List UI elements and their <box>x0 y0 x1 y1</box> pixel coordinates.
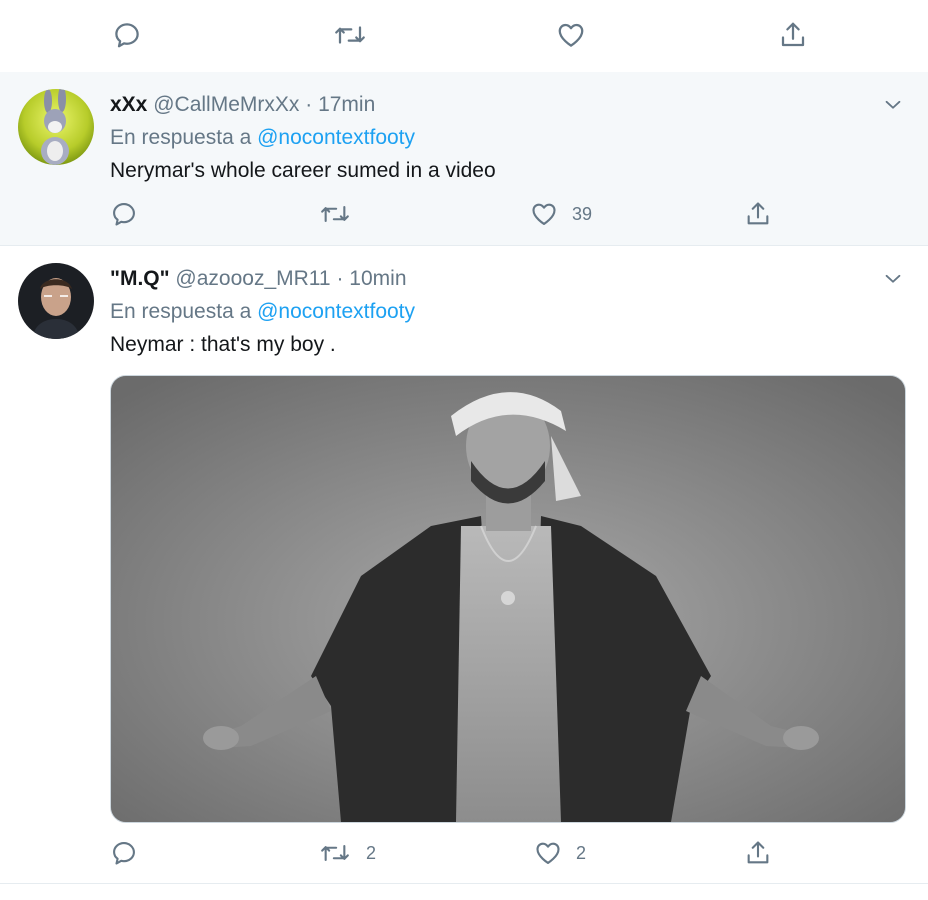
share-button[interactable] <box>778 20 808 50</box>
tweet[interactable]: xXx @CallMeMrxXx · 17min En respuesta a … <box>0 72 928 246</box>
display-name[interactable]: "M.Q" <box>110 267 170 290</box>
retweet-count: 2 <box>366 842 377 863</box>
tweet-header: xXx @CallMeMrxXx · 17min <box>110 92 375 118</box>
retweet-button[interactable] <box>318 199 366 229</box>
tweet-photo[interactable] <box>110 375 906 823</box>
reply-button[interactable] <box>112 20 142 50</box>
reply-mention-link[interactable]: @nocontextfooty <box>257 300 415 323</box>
avatar[interactable] <box>18 89 94 165</box>
retweet-icon <box>321 205 349 223</box>
like-count: 2 <box>576 842 587 863</box>
tweet[interactable]: "M.Q" @azoooz_MR11 · 10min En respuesta … <box>0 246 928 884</box>
retweet-button[interactable] <box>332 20 368 50</box>
user-handle[interactable]: @CallMeMrxXx <box>153 93 299 116</box>
reply-mention-link[interactable]: @nocontextfooty <box>257 126 415 149</box>
reply-icon <box>115 23 139 48</box>
retweet-button[interactable]: 2 <box>318 838 376 868</box>
chevron-down-icon[interactable] <box>882 94 904 116</box>
like-button[interactable] <box>556 20 586 50</box>
reply-context: En respuesta a @nocontextfooty <box>110 299 415 325</box>
separator: · <box>336 267 344 290</box>
reply-prefix: En respuesta a <box>110 300 252 323</box>
tweet-header: "M.Q" @azoooz_MR11 · 10min <box>110 266 407 292</box>
timestamp[interactable]: 17min <box>318 93 375 116</box>
retweet-icon <box>335 26 365 44</box>
reply-prefix: En respuesta a <box>110 126 252 149</box>
timestamp[interactable]: 10min <box>349 267 406 290</box>
like-button[interactable]: 39 <box>530 199 592 229</box>
avatar[interactable] <box>18 263 94 339</box>
reply-icon <box>113 842 135 865</box>
avatar-image <box>18 89 94 165</box>
share-icon <box>747 841 769 864</box>
reply-button[interactable] <box>110 838 138 868</box>
separator: · <box>305 93 313 116</box>
display-name[interactable]: xXx <box>110 93 147 116</box>
share-button[interactable] <box>744 838 772 868</box>
tweet-text: Neymar : that's my boy . <box>110 333 336 356</box>
tweet-text: Nerymar's whole career sumed in a video <box>110 159 496 182</box>
retweet-icon <box>321 844 349 862</box>
share-button[interactable] <box>744 199 772 229</box>
avatar-image <box>18 263 94 339</box>
reply-icon <box>113 203 135 226</box>
chevron-down-icon[interactable] <box>882 268 904 290</box>
previous-tweet-actions <box>0 0 928 73</box>
reply-button[interactable] <box>110 199 138 229</box>
reply-context: En respuesta a @nocontextfooty <box>110 125 415 151</box>
user-handle[interactable]: @azoooz_MR11 <box>175 267 330 290</box>
heart-icon <box>532 203 556 225</box>
heart-icon <box>558 23 584 47</box>
photo-image <box>111 376 905 822</box>
like-button[interactable]: 2 <box>534 838 586 868</box>
share-icon <box>781 22 805 47</box>
share-icon <box>747 202 769 225</box>
like-count: 39 <box>572 203 593 224</box>
heart-icon <box>536 842 560 864</box>
